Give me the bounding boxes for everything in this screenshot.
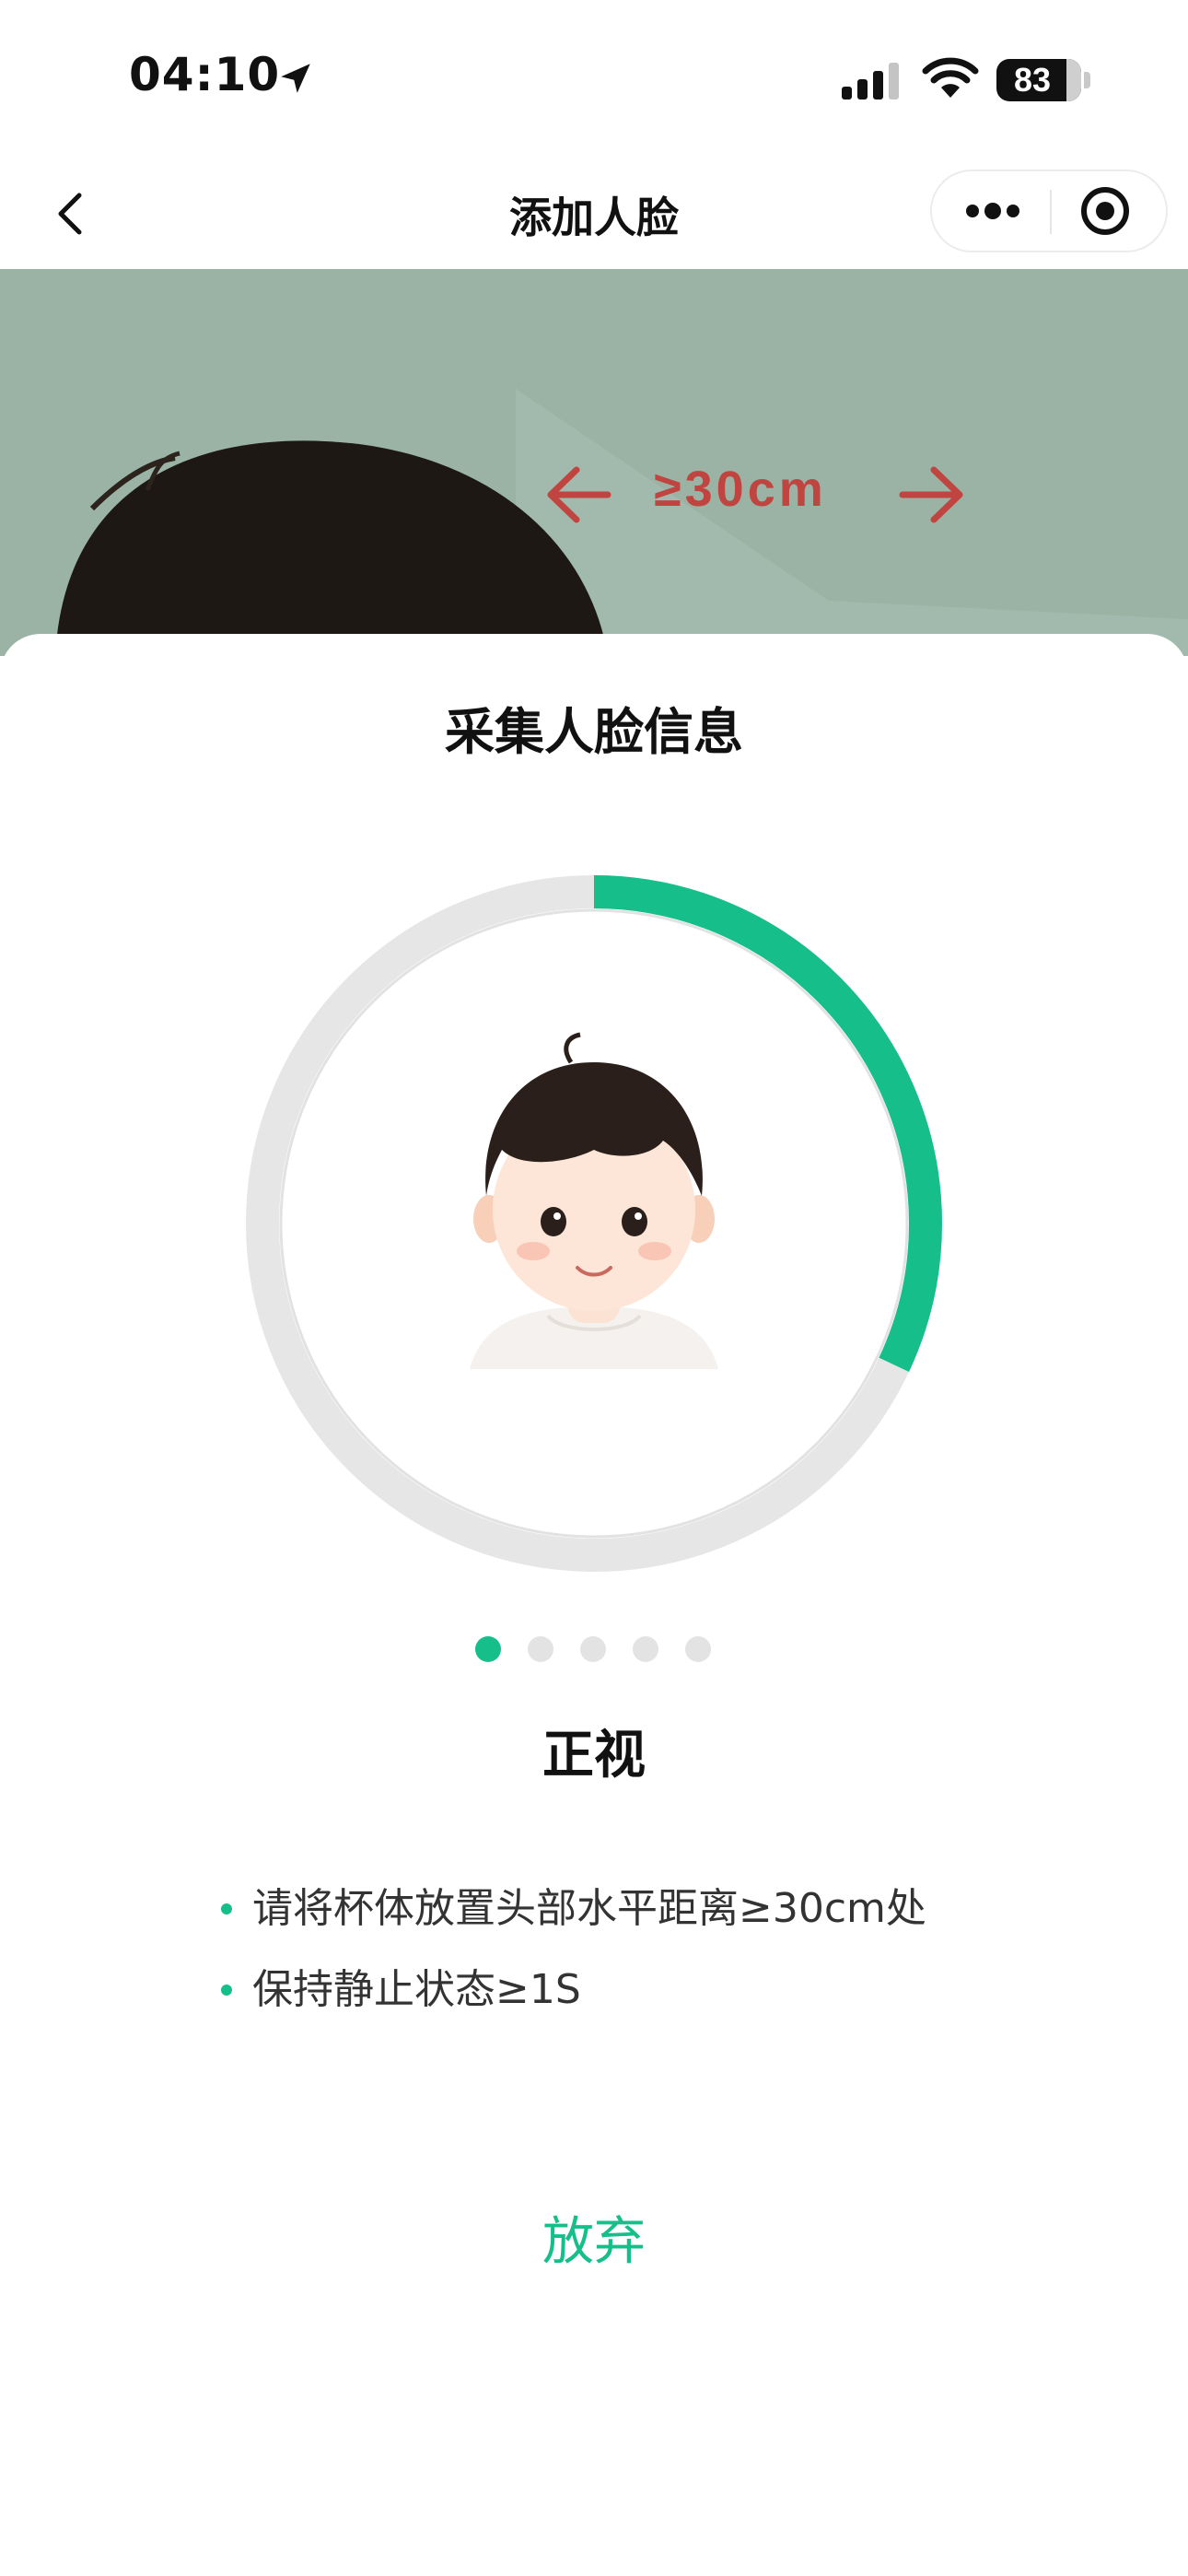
target-close-icon[interactable] [1052, 171, 1168, 251]
tips-list: 请将杯体放置头部水平距离≥30cm处 保持静止状态≥1S [221, 1868, 1050, 2031]
tip-bullet [221, 1985, 232, 1996]
distance-guide-banner: ≥30cm [0, 269, 1188, 656]
tip-text: 保持静止状态≥1S [252, 1966, 581, 2013]
face-capture-sheet: 采集人脸信息 正视 请将杯体放置头部水平距离≥30cm处 保持静止状态≥1S 放… [0, 634, 1188, 2576]
location-arrow-icon [281, 64, 310, 93]
tip-item: 请将杯体放置头部水平距离≥30cm处 [221, 1868, 1050, 1950]
step-dot [580, 1636, 606, 1662]
cellular-signal-icon [842, 63, 899, 100]
wifi-icon [922, 57, 979, 98]
mini-program-capsule [930, 170, 1168, 252]
tip-text: 请将杯体放置头部水平距离≥30cm处 [252, 1885, 926, 1932]
distance-hint-text: ≥30cm [654, 462, 827, 517]
navigation-bar: 添加人脸 [0, 157, 1188, 269]
status-bar: 04:10 83 [0, 0, 1188, 157]
step-dot [475, 1636, 501, 1662]
progress-ring [246, 875, 942, 1572]
step-dot [528, 1636, 553, 1662]
step-dot [633, 1636, 658, 1662]
step-dot [685, 1636, 711, 1662]
battery-tip [1084, 72, 1090, 88]
more-dots-icon[interactable] [932, 171, 1050, 251]
battery-icon: 83 [996, 59, 1081, 101]
tip-item: 保持静止状态≥1S [221, 1950, 1050, 2031]
tip-bullet [221, 1903, 232, 1914]
pose-label: 正视 [542, 1726, 646, 1786]
sheet-title: 采集人脸信息 [445, 703, 743, 761]
battery-level: 83 [1013, 61, 1052, 99]
abandon-button[interactable]: 放弃 [456, 2200, 732, 2275]
status-time: 04:10 [129, 48, 281, 101]
